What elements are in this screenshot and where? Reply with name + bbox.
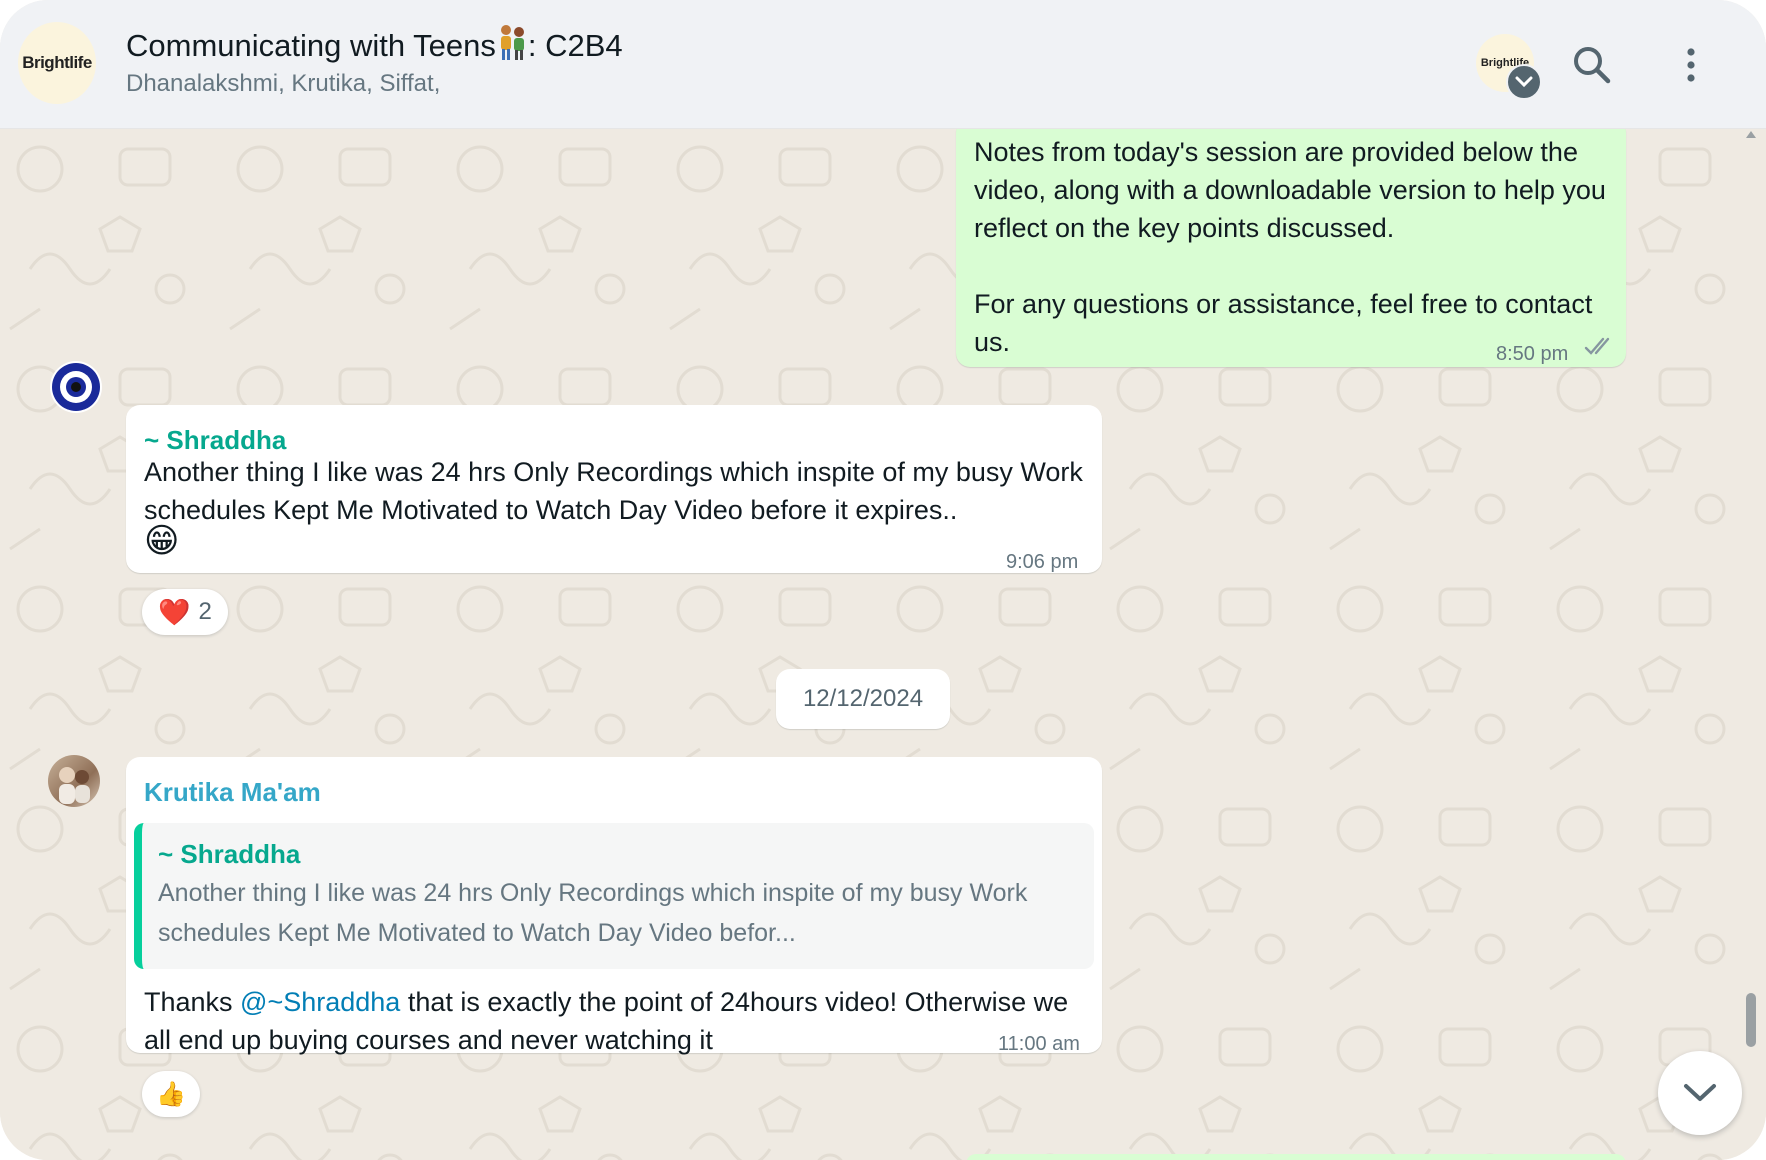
grin-emoji: 😁 [144,522,180,560]
double-check-icon [1584,337,1610,355]
message-text: Notes from today's session are provided … [974,137,1606,357]
group-avatar[interactable]: Brightlife [18,22,96,104]
date-divider: 12/12/2024 [776,669,950,729]
quoted-sender: ~ Shraddha [158,839,301,869]
message-time: 9:06 pm [1006,551,1079,573]
chat-title-text: Communicating with Teens [126,28,496,63]
heart-reaction[interactable]: ❤️ 2 [142,589,228,635]
chat-header[interactable]: Brightlife Communicating with Teens : C2… [0,0,1766,129]
scrollbar-thumb[interactable] [1746,993,1756,1047]
message-time: 11:00 am [998,1033,1080,1055]
shraddha-avatar[interactable] [50,361,102,413]
menu-icon[interactable] [1666,40,1716,90]
message-text-start: Thanks [144,987,241,1017]
mention-link[interactable]: @~Shraddha [240,987,400,1017]
chat-title-suffix: : C2B4 [527,28,623,63]
message-list[interactable]: Notes from today's session are provided … [0,119,1766,1160]
message-text: Thanks @~Shraddha that is exactly the po… [144,983,1084,1059]
quoted-text: Another thing I like was 24 hrs Only Rec… [158,879,1028,947]
scroll-up-arrow-icon[interactable] [1746,131,1756,138]
chat-title[interactable]: Communicating with Teens : C2B4 [126,24,623,64]
message-text: Another thing I like was 24 hrs Only Rec… [144,457,1083,525]
quoted-message[interactable]: ~ Shraddha Another thing I like was 24 h… [134,823,1094,969]
incoming-message-krutika[interactable]: Krutika Ma'am ~ Shraddha Another thing I… [126,757,1102,1055]
chevron-down-icon [1684,1084,1716,1101]
next-outgoing-message-edge [966,1154,1626,1160]
sender-name[interactable]: Krutika Ma'am [144,773,321,811]
group-avatar-logo: Brightlife [22,53,92,72]
search-icon[interactable] [1567,40,1617,90]
person-photo-icon [59,767,90,804]
incoming-message-shraddha[interactable]: ~ Shraddha Another thing I like was 24 h… [126,405,1102,573]
thumbs-up-reaction[interactable]: 👍 [142,1071,200,1117]
thumbs-up-icon: 👍 [156,1080,186,1108]
family-emoji-icon [500,25,524,60]
scroll-to-bottom-button[interactable] [1658,1051,1742,1135]
krutika-avatar[interactable] [48,755,100,807]
heart-icon: ❤️ [158,596,191,627]
message-time: 8:50 pm [1496,343,1569,365]
reaction-count: 2 [198,598,212,625]
whatsapp-chat-window: Brightlife Communicating with Teens : C2… [0,0,1766,1160]
group-members[interactable]: Dhanalakshmi, Krutika, Siffat, [126,70,440,98]
outgoing-message[interactable]: Notes from today's session are provided … [956,119,1626,367]
chevron-down-icon[interactable] [1506,64,1542,100]
evil-eye-icon [52,363,100,411]
